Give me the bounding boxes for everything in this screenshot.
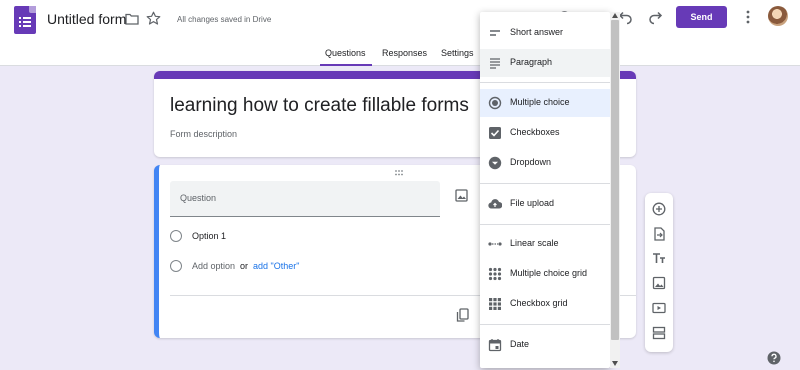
- image-icon[interactable]: [455, 189, 468, 202]
- more-vert-icon[interactable]: [745, 10, 751, 24]
- save-status: All changes saved in Drive: [177, 15, 272, 24]
- menu-item-date[interactable]: Date: [480, 331, 610, 359]
- redo-icon[interactable]: [648, 10, 663, 25]
- menu-item-linear-scale[interactable]: Linear scale: [480, 230, 610, 258]
- folder-icon[interactable]: [125, 13, 139, 25]
- menu-item-label: Short answer: [510, 27, 564, 37]
- menu-scrollbar-thumb[interactable]: [611, 20, 619, 340]
- drag-handle-icon[interactable]: [395, 170, 405, 176]
- send-button[interactable]: Send: [676, 6, 727, 28]
- menu-divider: [480, 224, 610, 225]
- menu-item-paragraph[interactable]: Paragraph: [480, 49, 610, 77]
- form-name[interactable]: Untitled form: [47, 11, 126, 27]
- menu-item-label: Multiple choice: [510, 97, 570, 107]
- tab-responses[interactable]: Responses: [382, 47, 427, 66]
- checkbox-icon: [489, 127, 501, 139]
- menu-item-label: File upload: [510, 198, 555, 208]
- add-section-icon[interactable]: [652, 326, 666, 340]
- question-input[interactable]: Question: [170, 181, 440, 217]
- undo-icon[interactable]: [618, 10, 633, 25]
- menu-item-label: Paragraph: [510, 57, 553, 67]
- menu-divider: [480, 324, 610, 325]
- scroll-down-arrow-icon[interactable]: [612, 361, 618, 366]
- tab-questions[interactable]: Questions: [320, 47, 372, 66]
- dropdown-icon: [488, 156, 502, 170]
- menu-item-dropdown[interactable]: Dropdown: [480, 149, 610, 177]
- grid-icon: [489, 298, 501, 310]
- radio-checked-icon: [488, 96, 502, 110]
- floating-toolbar: [645, 193, 673, 352]
- menu-item-multiple-choice[interactable]: Multiple choice: [480, 89, 610, 117]
- add-title-icon[interactable]: [652, 251, 666, 265]
- form-title-field[interactable]: learning how to create fillable forms: [170, 95, 469, 117]
- short-text-icon: [490, 30, 500, 36]
- add-other-link[interactable]: add "Other": [253, 261, 299, 271]
- option-1-radio[interactable]: [170, 230, 182, 242]
- tab-bar: Questions Responses Settings: [0, 47, 800, 66]
- menu-item-checkboxes[interactable]: Checkboxes: [480, 119, 610, 147]
- menu-divider: [480, 183, 610, 184]
- menu-item-label: Checkbox grid: [510, 298, 568, 308]
- form-description-field[interactable]: Form description: [170, 129, 237, 139]
- menu-item-file-upload[interactable]: File upload: [480, 190, 610, 218]
- menu-item-label: Date: [510, 339, 530, 349]
- app-header: Untitled form All changes saved in Drive…: [0, 0, 800, 66]
- linear-scale-icon: [488, 242, 502, 246]
- menu-item-label: Dropdown: [510, 157, 552, 167]
- add-video-icon[interactable]: [652, 301, 666, 315]
- help-icon[interactable]: [767, 351, 781, 365]
- menu-item-label: Checkboxes: [510, 127, 560, 137]
- calendar-icon: [488, 339, 502, 352]
- or-text: or: [240, 261, 249, 271]
- menu-item-label: Multiple choice grid: [510, 268, 588, 278]
- tab-settings[interactable]: Settings: [441, 47, 474, 66]
- menu-item-short-answer[interactable]: Short answer: [480, 19, 610, 47]
- menu-item-checkbox-grid[interactable]: Checkbox grid: [480, 290, 610, 318]
- add-image-icon[interactable]: [652, 276, 666, 290]
- menu-item-multiple-choice-grid[interactable]: Multiple choice grid: [480, 260, 610, 288]
- star-icon[interactable]: [146, 11, 161, 26]
- import-questions-icon[interactable]: [652, 227, 666, 241]
- add-option-radio: [170, 260, 182, 272]
- google-forms-logo[interactable]: [14, 6, 36, 34]
- avatar[interactable]: [768, 6, 788, 26]
- question-type-menu: Short answer Paragraph Multiple choice C…: [480, 12, 610, 368]
- add-option-link[interactable]: Add option: [192, 261, 235, 271]
- menu-divider: [480, 82, 610, 83]
- duplicate-icon[interactable]: [456, 308, 469, 322]
- scroll-up-arrow-icon[interactable]: [612, 13, 618, 18]
- grid-icon: [488, 267, 502, 281]
- menu-item-label: Linear scale: [510, 238, 559, 248]
- option-1-label[interactable]: Option 1: [192, 231, 226, 241]
- add-question-icon[interactable]: [652, 202, 666, 216]
- paragraph-icon: [490, 58, 500, 69]
- cloud-upload-icon: [488, 199, 502, 209]
